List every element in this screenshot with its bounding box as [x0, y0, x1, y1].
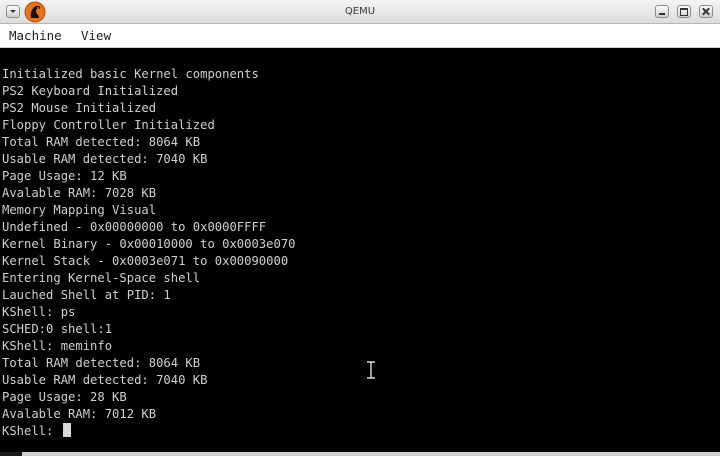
minimize-icon[interactable] [655, 5, 669, 18]
shell-prompt-line[interactable]: KShell: [2, 423, 71, 440]
console-line: PS2 Mouse Initialized [2, 101, 157, 115]
maximize-icon[interactable] [677, 5, 691, 18]
window-bottom-border [0, 452, 720, 456]
console-line: Usable RAM detected: 7040 KB [2, 152, 208, 166]
console-line: Initialized basic Kernel components [2, 67, 259, 81]
console-line: KShell: ps [2, 305, 76, 319]
console-line: Avalable RAM: 7028 KB [2, 186, 157, 200]
close-icon[interactable] [699, 5, 713, 18]
qemu-logo-icon [24, 1, 46, 23]
ibeam-cursor-icon [367, 361, 375, 379]
menu-bar: Machine View [0, 24, 720, 48]
console-line: PS2 Keyboard Initialized [2, 84, 179, 98]
console-line: Avalable RAM: 7012 KB [2, 407, 157, 421]
menu-machine[interactable]: Machine [9, 24, 62, 48]
console-line: Usable RAM detected: 7040 KB [2, 373, 208, 387]
shell-prompt: KShell: [2, 424, 61, 438]
console-line: Page Usage: 28 KB [2, 390, 127, 404]
console-line: Kernel Stack - 0x0003e071 to 0x00090000 [2, 254, 289, 268]
window-bottom-corner [0, 452, 22, 456]
window-menu-icon[interactable] [6, 5, 20, 18]
console-line: KShell: meminfo [2, 339, 113, 353]
menu-view[interactable]: View [81, 24, 111, 48]
console-line: Total RAM detected: 8064 KB [2, 356, 201, 370]
qemu-window: QEMU Machine View Initialized basic Kern… [0, 0, 720, 456]
console-line: SCHED:0 shell:1 [2, 322, 113, 336]
console-line: Kernel Binary - 0x00010000 to 0x0003e070 [2, 237, 296, 251]
console-line: Entering Kernel-Space shell [2, 271, 201, 285]
console-line: Lauched Shell at PID: 1 [2, 288, 171, 302]
title-bar[interactable]: QEMU [0, 0, 720, 24]
console-line: Memory Mapping Visual [2, 203, 157, 217]
console-line: Undefined - 0x00000000 to 0x0000FFFF [2, 220, 267, 234]
window-title: QEMU [344, 6, 376, 17]
console-line: Total RAM detected: 8064 KB [2, 135, 201, 149]
text-cursor [62, 423, 71, 437]
console-line: Page Usage: 12 KB [2, 169, 127, 183]
console-screen[interactable]: Initialized basic Kernel components PS2 … [0, 49, 720, 452]
console-line: Floppy Controller Initialized [2, 118, 215, 132]
